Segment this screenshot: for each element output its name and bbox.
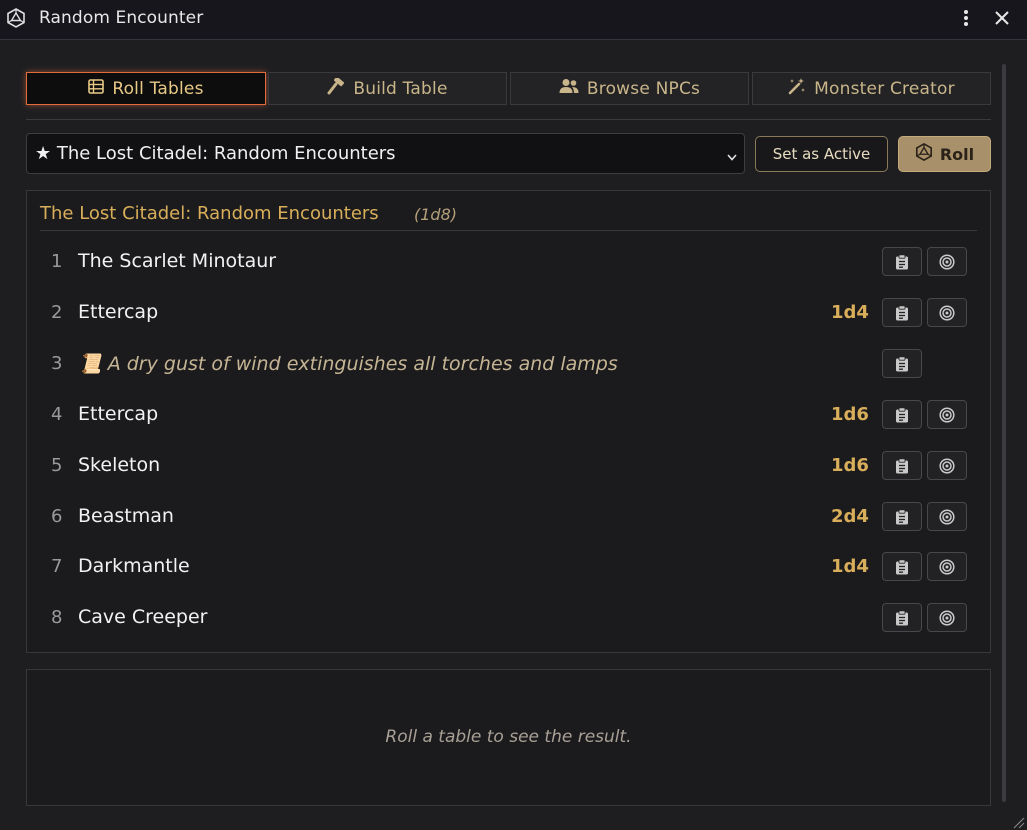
target-icon xyxy=(939,558,955,575)
target-icon xyxy=(939,609,955,626)
kebab-menu-icon[interactable] xyxy=(954,6,978,30)
target-icon xyxy=(939,508,955,525)
row-monster-name: Ettercap xyxy=(78,301,159,323)
clipboard-button[interactable] xyxy=(882,451,922,480)
magic-wand-icon xyxy=(788,77,806,100)
row-monster-name: Cave Creeper xyxy=(78,606,208,628)
clipboard-icon xyxy=(895,508,909,525)
clipboard-icon xyxy=(895,304,909,321)
table-dice: (1d8) xyxy=(414,205,457,224)
table-select[interactable]: ★ The Lost Citadel: Random Encounters xyxy=(26,133,745,174)
row-number: 5 xyxy=(51,455,63,476)
row-dice-count: 1d4 xyxy=(831,556,869,577)
scrollbar[interactable] xyxy=(1002,64,1006,802)
users-icon xyxy=(559,78,579,99)
row-number: 7 xyxy=(51,556,63,577)
d20-icon xyxy=(915,142,933,165)
row-number: 4 xyxy=(51,404,63,425)
tabs-divider xyxy=(26,119,991,120)
target-button[interactable] xyxy=(927,603,967,632)
row-number: 6 xyxy=(51,506,63,527)
table-row: 3 📜 A dry gust of wind extinguishes all t… xyxy=(40,344,977,384)
clipboard-icon xyxy=(895,609,909,626)
set-active-button[interactable]: Set as Active xyxy=(755,136,888,172)
clipboard-button[interactable] xyxy=(882,552,922,581)
row-dice-count: 1d6 xyxy=(831,404,869,425)
row-dice-count: 2d4 xyxy=(831,506,869,527)
row-monster-name: Skeleton xyxy=(78,454,161,476)
table-row: 2 Ettercap 1d4 xyxy=(40,293,977,333)
target-icon xyxy=(939,304,955,321)
tab-label: Browse NPCs xyxy=(586,78,701,99)
resize-grip-icon[interactable] xyxy=(1011,814,1025,829)
table-icon xyxy=(88,78,105,99)
row-event-text: 📜 A dry gust of wind extinguishes all to… xyxy=(78,353,618,375)
row-dice-count: 1d6 xyxy=(831,455,869,476)
target-button[interactable] xyxy=(927,298,967,327)
clipboard-icon xyxy=(895,355,909,372)
row-number: 1 xyxy=(51,251,63,272)
target-button[interactable] xyxy=(927,451,967,480)
window-title: Random Encounter xyxy=(39,8,204,28)
target-button[interactable] xyxy=(927,247,967,276)
target-icon xyxy=(939,457,955,474)
clipboard-button[interactable] xyxy=(882,502,922,531)
result-placeholder: Roll a table to see the result. xyxy=(385,727,632,747)
chevron-down-icon xyxy=(726,147,738,168)
table-row: 4 Ettercap 1d6 xyxy=(40,395,977,435)
table-divider xyxy=(40,230,977,231)
d20-icon xyxy=(6,8,26,28)
target-icon xyxy=(939,253,955,270)
tab-monster-creator[interactable]: Monster Creator xyxy=(752,72,991,105)
row-number: 8 xyxy=(51,607,63,628)
table-title: The Lost Citadel: Random Encounters xyxy=(40,203,379,224)
target-icon xyxy=(939,406,955,423)
row-monster-name: Ettercap xyxy=(78,403,159,425)
row-number: 2 xyxy=(51,302,63,323)
row-monster-name: Darkmantle xyxy=(78,555,190,577)
close-icon[interactable] xyxy=(990,6,1014,30)
clipboard-icon xyxy=(895,406,909,423)
table-row: 8 Cave Creeper xyxy=(40,598,977,638)
target-button[interactable] xyxy=(927,502,967,531)
clipboard-icon xyxy=(895,558,909,575)
row-number: 3 xyxy=(51,353,63,374)
table-row: 6 Beastman 2d4 xyxy=(40,497,977,537)
tab-browse-npcs[interactable]: Browse NPCs xyxy=(510,72,749,105)
tab-label: Build Table xyxy=(353,78,448,99)
roll-button[interactable]: Roll xyxy=(898,136,991,172)
roll-label: Roll xyxy=(939,144,975,164)
clipboard-button[interactable] xyxy=(882,400,922,429)
set-active-label: Set as Active xyxy=(772,145,871,163)
row-monster-name: The Scarlet Minotaur xyxy=(78,250,277,272)
target-button[interactable] xyxy=(927,400,967,429)
table-row: 5 Skeleton 1d6 xyxy=(40,446,977,486)
clipboard-button[interactable] xyxy=(882,349,922,378)
table-select-value: ★ The Lost Citadel: Random Encounters xyxy=(35,143,396,164)
clipboard-icon xyxy=(895,457,909,474)
clipboard-button[interactable] xyxy=(882,298,922,327)
clipboard-button[interactable] xyxy=(882,603,922,632)
hammer-icon xyxy=(327,76,345,100)
table-row: 1 The Scarlet Minotaur xyxy=(40,242,977,282)
title-bar: Random Encounter xyxy=(0,0,1027,40)
tab-build-table[interactable]: Build Table xyxy=(268,72,507,105)
table-row: 7 Darkmantle 1d4 xyxy=(40,547,977,587)
target-button[interactable] xyxy=(927,552,967,581)
tab-label: Roll Tables xyxy=(112,78,204,99)
clipboard-button[interactable] xyxy=(882,247,922,276)
row-dice-count: 1d4 xyxy=(831,302,869,323)
clipboard-icon xyxy=(895,253,909,270)
row-monster-name: Beastman xyxy=(78,505,174,527)
tab-roll-tables[interactable]: Roll Tables xyxy=(26,72,266,105)
tab-label: Monster Creator xyxy=(814,78,955,99)
